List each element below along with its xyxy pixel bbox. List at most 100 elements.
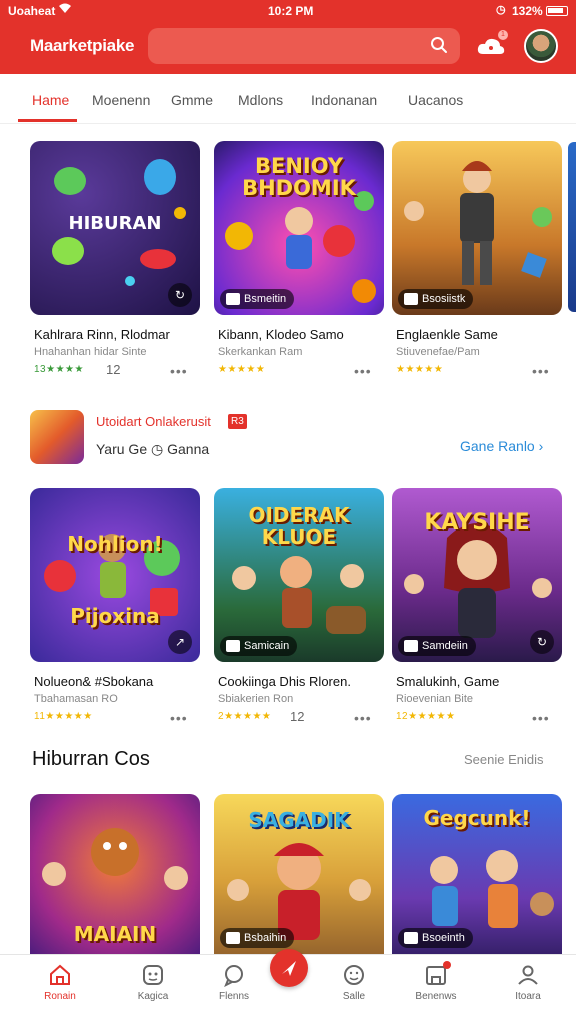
status-bar: Uoaheat 10:2 PM ◷ 132% [0,0,576,22]
tab-moenenn[interactable]: Moenenn [92,92,150,108]
rating-stars: 13★★★★ [34,364,84,375]
game-card[interactable]: Bsosiistk Englaenkle Same Stiuvenefae/Pa… [392,141,562,381]
promo-subtitle: Yaru Ge ◷ Ganna [96,441,209,458]
thumbnail-title: KAYSIHE [424,510,530,535]
promo-subtitle-text-2: Ganna [167,441,210,457]
chat-icon [224,965,243,987]
active-tab-indicator [18,119,77,122]
promo-subtitle-text: Yaru Ge [96,441,148,457]
game-card[interactable]: BENIOY BHDOMIK Bsmeitin Kibann, Klodeo S… [214,141,384,381]
game-tag: Bsosiistk [398,289,474,309]
tab-indonanan[interactable]: Indonanan [311,92,377,108]
next-card-peek[interactable] [568,142,576,312]
card-subtitle: Hnahanhan hidar Sinte [34,346,147,358]
game-tag: Bsoeinth [398,928,473,948]
nav-notification-dot [443,961,451,969]
rating-stars: ★★★★★ [218,364,266,375]
more-icon[interactable]: ••• [354,363,372,379]
thumbnail-title: BENIOY BHDOMIK [242,154,356,200]
game-thumbnail[interactable]: HIBURAN ↻ [30,141,200,315]
rating-label: 13 [34,364,47,375]
tab-home[interactable]: Hame [32,92,69,108]
rating-label: 11 [34,711,46,722]
clock: 10:2 PM [268,4,314,18]
game-card[interactable]: SAGADIK Bsbaihin [214,794,384,954]
rating-label: 12 [396,711,409,722]
thumbnail-title: HIBURAN [68,213,162,234]
bottom-navigation: Ronain Kagica Flenns Salle Benenws Itoar… [0,949,576,1024]
nav-label: Itoara [515,991,541,1002]
star-icons: ★★★★★ [45,711,93,722]
section-title: Hiburran Cos [32,748,150,770]
nav-games[interactable]: Kagica [113,963,193,1002]
card-count: 12 [290,709,305,724]
game-thumbnail[interactable]: Nohlion! Pijoxina ↗ [30,488,200,662]
game-thumbnail[interactable]: KAYSIHE Samdeiin ↻ [392,488,562,662]
more-icon[interactable]: ••• [354,710,372,726]
game-thumbnail[interactable]: MAIAIN [30,794,200,954]
nav-rewards[interactable]: Benenws [396,963,476,1002]
game-thumbnail[interactable]: Gegcunk! Bsoeinth [392,794,562,954]
clock-icon: ◷ [151,441,164,457]
game-thumbnail[interactable]: Bsosiistk [392,141,562,315]
more-icon[interactable]: ••• [170,363,188,379]
star-icons: ★★★★★ [224,711,272,722]
battery-percent: 132% [512,4,543,18]
nav-label: Flenns [218,991,249,1002]
brand-logo[interactable]: Maarketpiake [30,36,134,56]
carrier-label: Uoaheat [8,4,56,18]
tab-mdlons[interactable]: Mdlons [238,92,283,108]
star-icons: ★★★★★ [408,711,456,722]
search-input[interactable] [148,28,460,64]
game-thumbnail[interactable]: BENIOY BHDOMIK Bsmeitin [214,141,384,315]
card-title: Englaenkle Same [396,327,498,342]
card-subtitle: Tbahamasan RO [34,693,118,705]
rating-stars: 2★★★★★ [218,711,271,722]
nav-profile[interactable]: Itoara [488,963,568,1002]
nav-label: Benenws [415,991,457,1002]
more-icon[interactable]: ••• [532,363,550,379]
nav-send-button[interactable] [270,949,308,987]
card-subtitle: Stiuvenefae/Pam [396,346,480,358]
search-icon[interactable] [430,36,448,54]
game-thumbnail[interactable]: SAGADIK Bsbaihin [214,794,384,954]
nav-label: Salle [342,991,366,1002]
nav-home[interactable]: Ronain [20,963,100,1002]
promo-app-icon[interactable] [30,410,84,464]
game-thumbnail[interactable]: OIDERAK KLUOE Samicain [214,488,384,662]
avatar[interactable] [524,29,558,63]
app-header: Uoaheat 10:2 PM ◷ 132% Maarketpiake 1 [0,0,576,74]
notification-badge: 1 [498,30,508,40]
user-icon [518,965,538,985]
play-icon[interactable]: ↻ [168,283,192,307]
play-icon[interactable]: ↻ [530,630,554,654]
promo-badge: R3 [228,414,247,429]
more-icon[interactable]: ••• [532,710,550,726]
thumbnail-title: MAIAIN [73,922,157,946]
game-card[interactable]: OIDERAK KLUOE Samicain Cookiinga Dhis Rl… [214,488,384,728]
game-tag: Samdeiin [398,636,476,656]
game-card[interactable]: HIBURAN ↻ Kahlrara Rinn, Rlodmar Hnahanh… [30,141,200,381]
game-card[interactable]: Gegcunk! Bsoeinth [392,794,562,954]
card-title: Smalukinh, Game [396,674,500,689]
nav-social[interactable]: Salle [314,963,394,1002]
card-subtitle: Rioevenian Bite [396,693,474,705]
promo-link[interactable]: Gane Ranlo › [460,438,543,454]
nav-label: Kagica [137,991,169,1002]
tab-game[interactable]: Gmme [171,92,213,108]
nav-label: Ronain [44,991,76,1002]
thumbnail-title: OIDERAK KLUOE [248,503,350,549]
nav-friends[interactable]: Flenns [194,963,274,1002]
game-card[interactable]: KAYSIHE Samdeiin ↻ Smalukinh, Game Rioev… [392,488,562,728]
play-icon[interactable]: ↗ [168,630,192,654]
wifi-icon [58,2,72,17]
alarm-icon: ◷ [496,4,506,16]
promo-label: Utoidart Onlakerusit [96,414,211,429]
card-title: Cookiinga Dhis Rloren. [218,674,351,689]
more-icon[interactable]: ••• [170,710,188,726]
tab-uacanos[interactable]: Uacanos [408,92,463,108]
game-card[interactable]: Nohlion! Pijoxina ↗ Nolueon& #Sbokana Tb… [30,488,200,728]
game-card[interactable]: MAIAIN [30,794,200,954]
battery-icon [546,6,568,16]
section-see-all-link[interactable]: Seenie Enidis [464,752,544,767]
